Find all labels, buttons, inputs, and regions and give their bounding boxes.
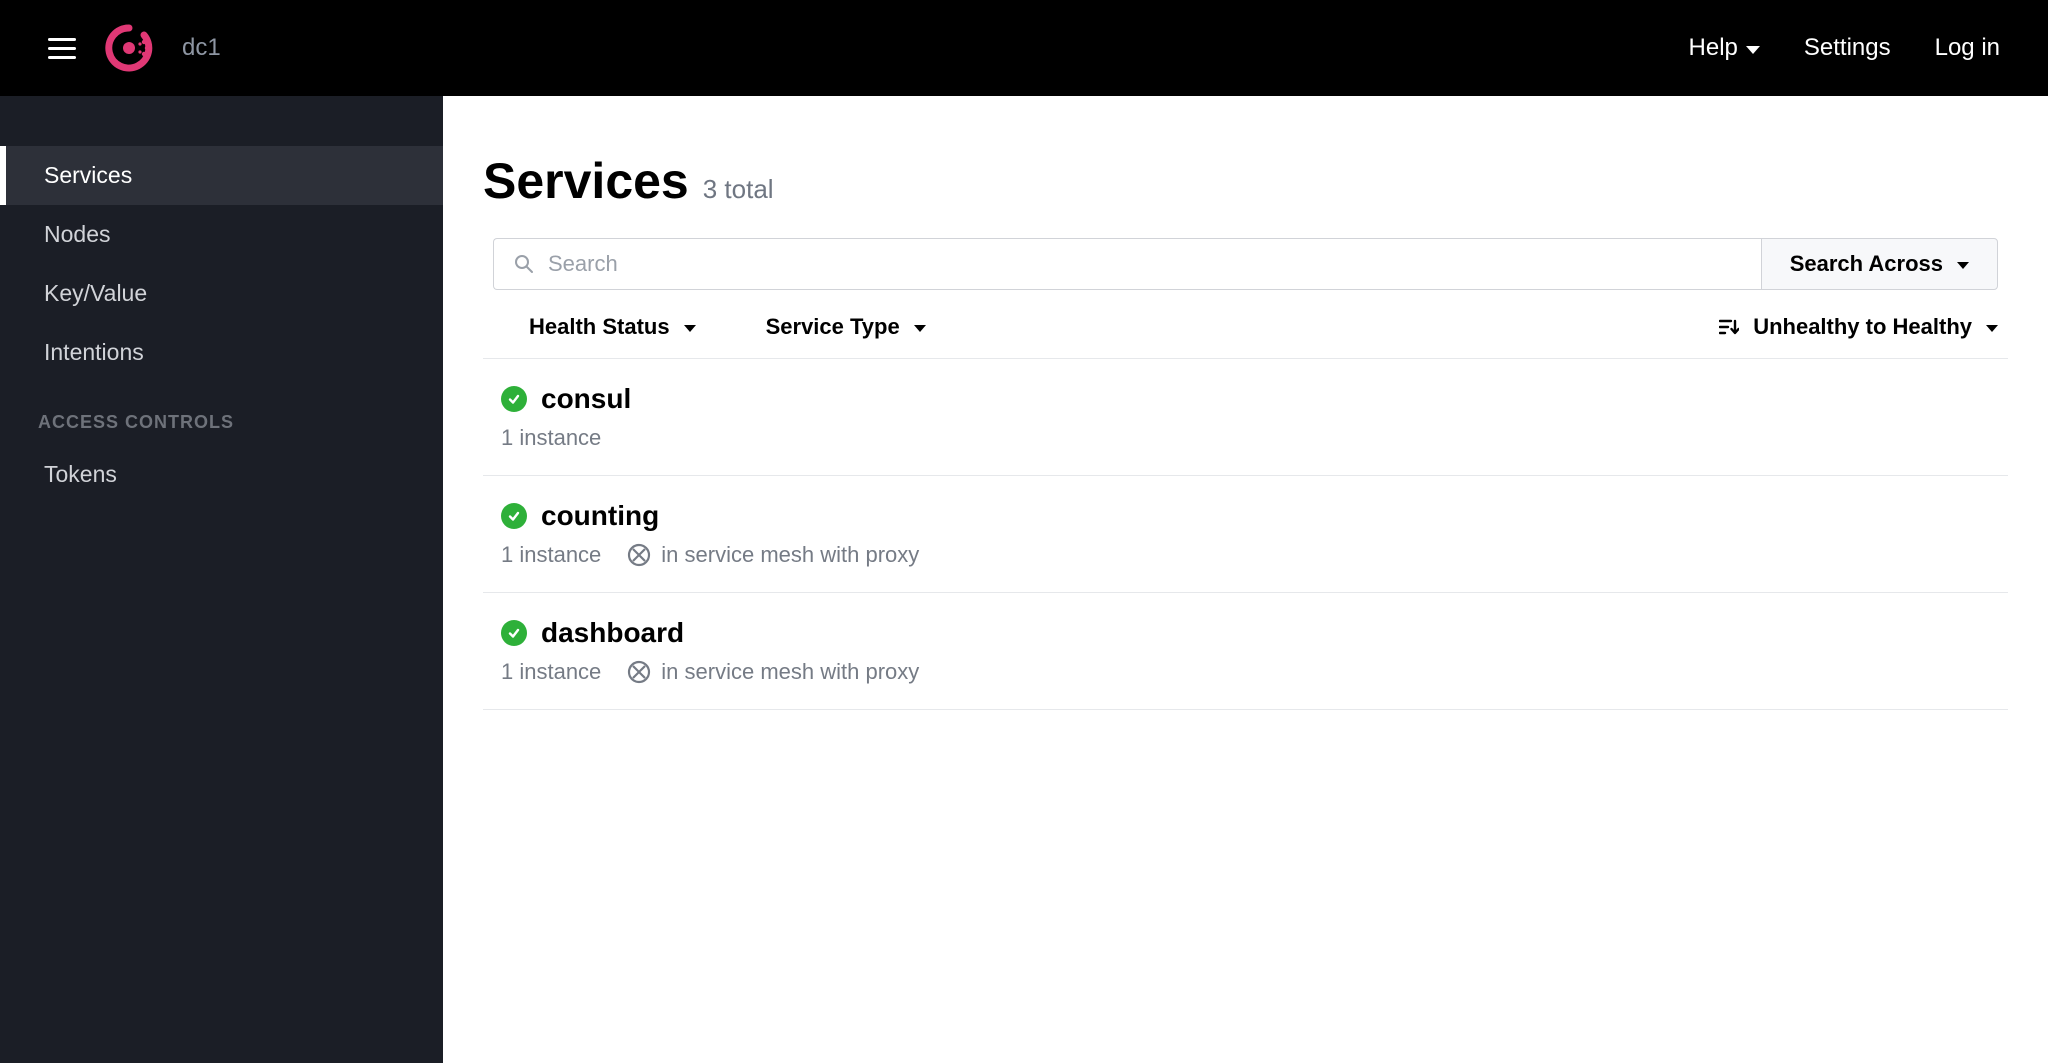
service-meta: 1 instance	[501, 425, 1990, 451]
sidebar-heading-access: ACCESS CONTROLS	[0, 382, 443, 445]
sidebar-item-key-value[interactable]: Key/Value	[0, 264, 443, 323]
service-meta: 1 instance in service mesh with proxy	[501, 659, 1990, 685]
filter-health-status[interactable]: Health Status	[529, 314, 696, 340]
filter-service-type[interactable]: Service Type	[766, 314, 926, 340]
main-content: Services 3 total Search Across Health St…	[443, 96, 2048, 1063]
login-link[interactable]: Log in	[1935, 34, 2000, 62]
mesh-icon	[627, 660, 651, 684]
help-label: Help	[1689, 34, 1738, 62]
header-right: Help Settings Log in	[1689, 34, 2000, 62]
instance-count: 1 instance	[501, 659, 601, 685]
service-row-header: dashboard	[501, 617, 1990, 649]
instance-count: 1 instance	[501, 542, 601, 568]
header-left: dc1	[48, 23, 221, 73]
page-title-row: Services 3 total	[483, 152, 2008, 210]
settings-link[interactable]: Settings	[1804, 34, 1891, 62]
service-name: dashboard	[541, 617, 684, 649]
sidebar-item-nodes[interactable]: Nodes	[0, 205, 443, 264]
top-header: dc1 Help Settings Log in	[0, 0, 2048, 96]
service-name: counting	[541, 500, 659, 532]
search-icon	[514, 254, 534, 274]
filter-type-label: Service Type	[766, 314, 900, 340]
service-row-header: consul	[501, 383, 1990, 415]
help-menu[interactable]: Help	[1689, 34, 1760, 62]
sidebar: ServicesNodesKey/ValueIntentions ACCESS …	[0, 96, 443, 1063]
services-list: consul 1 instance counting 1 instance in ser…	[483, 359, 2008, 710]
mesh-badge: in service mesh with proxy	[627, 542, 919, 568]
mesh-icon	[627, 543, 651, 567]
layout: ServicesNodesKey/ValueIntentions ACCESS …	[0, 96, 2048, 1063]
chevron-down-icon	[684, 325, 696, 332]
health-check-passing-icon	[501, 620, 527, 646]
search-box[interactable]	[493, 238, 1761, 290]
sort-label: Unhealthy to Healthy	[1753, 314, 1972, 340]
chevron-down-icon	[1957, 262, 1969, 269]
health-check-passing-icon	[501, 503, 527, 529]
mesh-label: in service mesh with proxy	[661, 659, 919, 685]
service-row-header: counting	[501, 500, 1990, 532]
mesh-label: in service mesh with proxy	[661, 542, 919, 568]
service-name: consul	[541, 383, 631, 415]
service-row[interactable]: counting 1 instance in service mesh with p…	[483, 476, 2008, 593]
chevron-down-icon	[1986, 325, 1998, 332]
health-check-passing-icon	[501, 386, 527, 412]
instance-count: 1 instance	[501, 425, 601, 451]
page-title: Services	[483, 152, 689, 210]
consul-logo-icon	[104, 23, 154, 73]
search-input[interactable]	[548, 251, 1741, 277]
filters-row: Health Status Service Type Unheal	[483, 290, 2008, 359]
chevron-down-icon	[1746, 46, 1760, 54]
page-count: 3 total	[703, 174, 774, 205]
search-row: Search Across	[493, 238, 1998, 290]
datacenter-label[interactable]: dc1	[182, 34, 221, 62]
sort-button[interactable]: Unhealthy to Healthy	[1719, 314, 1998, 340]
sort-icon	[1719, 318, 1739, 336]
chevron-down-icon	[914, 325, 926, 332]
service-row[interactable]: consul 1 instance	[483, 359, 2008, 476]
service-row[interactable]: dashboard 1 instance in service mesh with …	[483, 593, 2008, 710]
service-meta: 1 instance in service mesh with proxy	[501, 542, 1990, 568]
sidebar-item-intentions[interactable]: Intentions	[0, 323, 443, 382]
filter-health-label: Health Status	[529, 314, 670, 340]
menu-icon[interactable]	[48, 38, 76, 59]
search-across-button[interactable]: Search Across	[1761, 238, 1998, 290]
sidebar-item-services[interactable]: Services	[0, 146, 443, 205]
search-across-label: Search Across	[1790, 251, 1943, 277]
sidebar-item-tokens[interactable]: Tokens	[0, 445, 443, 504]
mesh-badge: in service mesh with proxy	[627, 659, 919, 685]
